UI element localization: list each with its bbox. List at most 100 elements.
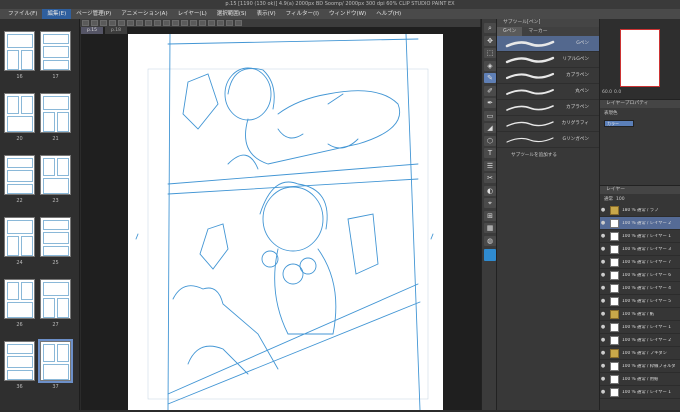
page-thumbnail[interactable] [40,279,71,319]
eye-icon[interactable]: ● [600,272,606,278]
balloon-icon[interactable]: ☰ [484,160,496,171]
command-button[interactable] [208,20,215,26]
command-button[interactable] [109,20,116,26]
layer-row[interactable]: ● 100 % 通常 / フキダシ [600,347,680,360]
paper-canvas[interactable] [128,33,443,411]
page-thumbnail[interactable] [38,339,73,383]
eye-icon[interactable]: ● [600,233,606,239]
command-button[interactable] [181,20,188,26]
eye-icon[interactable]: ● [600,246,606,252]
command-button[interactable] [190,20,197,26]
brush-item[interactable]: リアルGペン [497,52,599,68]
eye-icon[interactable]: ● [600,259,606,265]
blend-mode-select[interactable]: 通常 [604,196,613,202]
pen-icon[interactable]: ✎ [484,73,496,83]
select-icon[interactable]: ⬚ [484,48,496,58]
command-button[interactable] [235,20,242,26]
move-icon[interactable]: ✥ [484,35,496,46]
figure-icon[interactable]: ▭ [484,110,496,121]
cut-icon[interactable]: ✂ [484,173,496,183]
layer-row[interactable]: ● 100 % 通常 / レイヤー 1 [600,386,680,399]
layer-row[interactable]: ● 100 % 通常 / レイヤー 5 [600,295,680,308]
add-subtool-button[interactable]: サブツールを追加する [497,152,599,158]
eye-icon[interactable]: ● [600,324,606,330]
subtool-tab[interactable]: Gペン [497,27,523,36]
menu-item[interactable]: アニメーション(A) [116,9,172,19]
document-tab[interactable]: p.18 [105,27,128,34]
layer-row[interactable]: ● 100 % 通常 / レイヤー 7 [600,256,680,269]
command-button[interactable] [199,20,206,26]
command-button[interactable] [127,20,134,26]
navigator-thumbnail[interactable] [620,29,660,87]
page-thumbnail[interactable] [4,93,35,133]
brush-item[interactable]: Gリンガペン [497,132,599,148]
page-thumbnail[interactable] [4,155,35,195]
layer-blend-row[interactable]: 通常 100 [600,194,680,204]
menu-item[interactable]: ヘルプ(H) [371,9,406,19]
color-dropdown[interactable]: カラー [604,119,634,127]
eye-icon[interactable]: ● [600,363,606,369]
color-swatch-icon[interactable] [484,249,496,261]
page-thumbnail[interactable] [40,217,71,257]
brush-item[interactable]: カブラペン [497,100,599,116]
page-thumbnail[interactable] [40,155,71,195]
color-row[interactable]: カラー [600,118,680,128]
menu-item[interactable]: ページ管理(P) [71,9,116,19]
command-button[interactable] [226,20,233,26]
eraser-icon[interactable]: ◍ [484,235,496,246]
brush-item[interactable]: カブラペン [497,68,599,84]
menu-item[interactable]: ファイル(F) [3,9,42,19]
eyedropper-icon[interactable]: ⌖ [484,198,496,208]
page-thumbnail[interactable] [40,93,71,133]
menu-item[interactable]: レイヤー(L) [173,9,212,19]
brush-item[interactable]: Gペン [497,36,599,52]
frame-icon[interactable]: ▦ [484,223,496,233]
eye-icon[interactable]: ● [600,337,606,343]
menu-item[interactable]: 選択範囲(S) [212,9,252,19]
layer-row[interactable]: ● 100 % 通常 / レイヤー 6 [600,269,680,282]
page-thumbnail[interactable] [4,341,35,381]
brush-item[interactable]: 丸ペン [497,84,599,100]
zoom-icon[interactable]: ⌕ [484,23,496,33]
layer-row[interactable]: ● 100 % 通常 / レイヤー 1 [600,321,680,334]
fill-icon[interactable]: ◢ [484,123,496,133]
eye-icon[interactable]: ● [600,220,606,226]
blend-icon[interactable]: ◐ [484,185,496,196]
zoom-value[interactable]: 60.0 [602,90,612,95]
layer-row[interactable]: ● 180 % 通常 / ラフ [600,204,680,217]
command-button[interactable] [82,20,89,26]
layer-row[interactable]: ● 100 % 通常 / 用紙 [600,373,680,386]
eye-icon[interactable]: ● [600,350,606,356]
layer-row[interactable]: ● 100 % 通常 / レイヤー 2 [600,334,680,347]
command-button[interactable] [136,20,143,26]
brush-icon[interactable]: ✒ [484,98,496,108]
page-thumbnail[interactable] [4,31,35,71]
menu-item[interactable]: 編集(E) [42,9,72,19]
eye-icon[interactable]: ● [600,207,606,213]
layer-row[interactable]: ● 100 % 通常 / 枠線フォルダ [600,360,680,373]
page-thumbnail[interactable] [40,31,71,71]
navigator-zoom[interactable]: 60.0 0.0 [602,87,678,97]
command-button[interactable] [145,20,152,26]
angle-value[interactable]: 0.0 [614,90,621,95]
auto-select-icon[interactable]: ◈ [484,60,496,71]
menu-item[interactable]: フィルター(I) [281,9,324,19]
command-button[interactable] [172,20,179,26]
subtool-tab[interactable]: マーカー [522,27,553,36]
command-button[interactable] [118,20,125,26]
page-thumbnail[interactable] [4,279,35,319]
opacity-value[interactable]: 100 [616,197,625,202]
eye-icon[interactable]: ● [600,298,606,304]
layer-row[interactable]: ● 100 % 通常 / 紙 [600,308,680,321]
menu-item[interactable]: 表示(V) [252,9,281,19]
eye-icon[interactable]: ● [600,285,606,291]
command-button[interactable] [91,20,98,26]
layer-row[interactable]: ● 100 % 通常 / レイヤー 3 [600,243,680,256]
layer-row[interactable]: ● 100 % 通常 / レイヤー 4 [600,282,680,295]
layer-row[interactable]: ● 100 % 通常 / レイヤー 2 [600,217,680,230]
document-tab[interactable]: p.15 [81,27,104,34]
layer-row[interactable]: ● 100 % 通常 / レイヤー 1 [600,230,680,243]
gradation-icon[interactable]: ⬡ [484,135,496,146]
eye-icon[interactable]: ● [600,376,606,382]
brush-item[interactable]: カリグラフィ [497,116,599,132]
